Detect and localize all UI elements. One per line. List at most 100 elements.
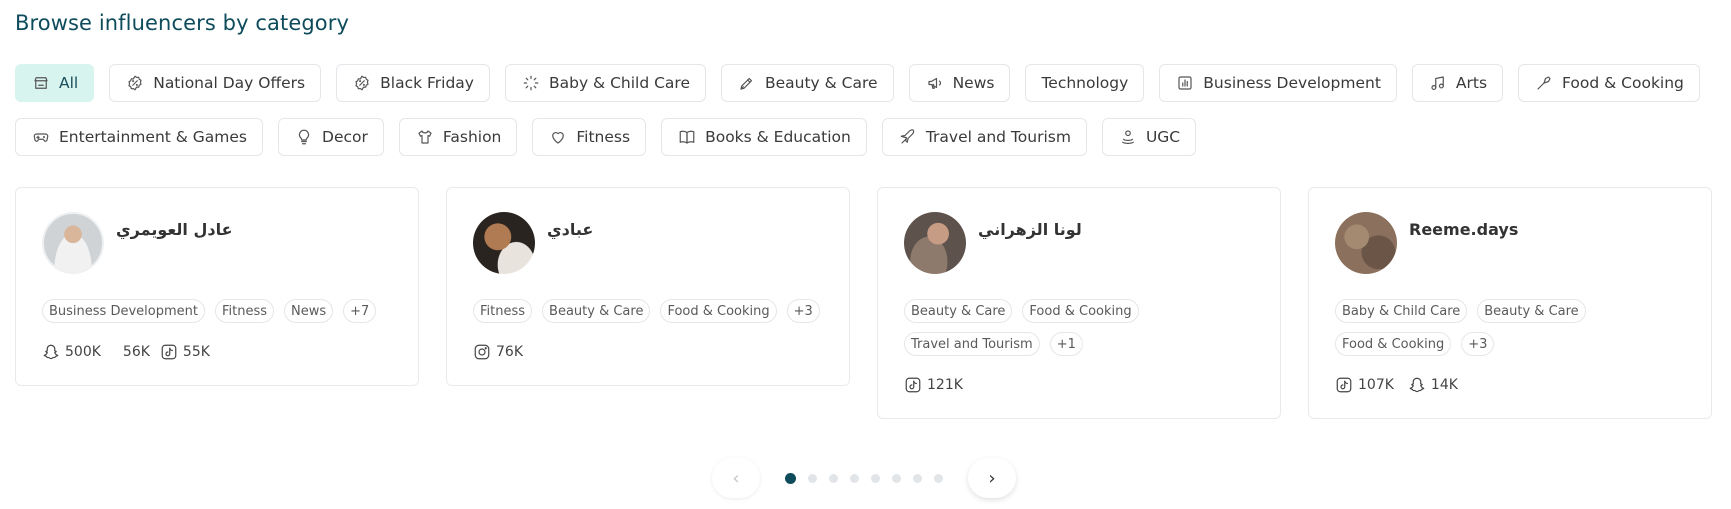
pagination-dot[interactable] [850,473,859,483]
follower-count: 76K [473,343,523,361]
pagination-dot[interactable] [892,473,901,483]
more-tags-badge: +1 [1049,332,1083,356]
next-button[interactable]: › [968,458,1016,498]
category-filter: All National Day Offers Black Friday Baby &… [15,64,1715,172]
category-chip-national-day-offers[interactable]: National Day Offers [109,64,322,102]
category-chip-all[interactable]: All [15,64,95,102]
snapchat-icon [1408,376,1426,394]
gamepad-icon [31,127,51,147]
prev-button[interactable]: ‹ [712,458,760,498]
category-chip-decor[interactable]: Decor [278,118,384,156]
avatar [904,212,966,274]
category-chip-label: Entertainment & Games [59,128,248,146]
influencer-card[interactable]: عبادي Fitness Beauty & Care Food & Cooking +… [446,187,850,386]
influencer-header: Reeme.days [1335,212,1685,274]
category-chip-label: Food & Cooking [1562,74,1684,92]
category-tag: Food & Cooking [1022,299,1139,323]
category-row-1: All National Day Offers Black Friday Baby &… [15,64,1715,102]
category-chip-fitness[interactable]: Fitness [532,118,647,156]
category-chip-label: Books & Education [705,128,851,146]
category-chip-baby-and-child-care[interactable]: Baby & Child Care [504,64,706,102]
category-chip-label: UGC [1145,128,1181,146]
avatar [1335,212,1397,274]
pagination-dot[interactable] [871,473,880,483]
snapchat-icon [42,343,60,361]
pen-icon [737,73,757,93]
category-tags: Beauty & Care Food & Cooking Travel and To… [904,299,1254,356]
category-tags: Business Development Fitness News +7 [42,299,392,323]
shirt-icon [415,127,435,147]
follower-count-value: 500K [65,344,101,360]
tiktok-icon [160,343,178,361]
category-chip-label: Fitness [576,128,631,146]
follower-stats: 76K [473,343,823,361]
tiktok-icon [904,376,922,394]
category-chip-black-friday[interactable]: Black Friday [336,64,490,102]
influencer-header: لونا الزهراني [904,212,1254,274]
influencer-name: Reeme.days [1409,220,1519,239]
category-chip-label: Arts [1455,74,1488,92]
influencer-card[interactable]: Reeme.days Baby & Child Care Beauty & Care… [1308,187,1712,419]
category-tag: Beauty & Care [542,299,651,323]
loader-icon [521,73,541,93]
category-chip-label: Decor [322,128,368,146]
category-tag: Beauty & Care [1477,299,1586,323]
category-chip-label: Baby & Child Care [548,74,690,92]
discount-badge-icon [125,73,145,93]
influencer-header: عبادي [473,212,823,274]
pagination-dot[interactable] [913,473,922,483]
follower-count: 55K [160,343,210,361]
influencer-cards: عادل العويمري Business Development Fitness… [15,187,1712,419]
category-chip-ugc[interactable]: UGC [1101,118,1197,156]
category-chip-label: News [952,74,995,92]
category-chip-label: Beauty & Care [764,74,878,92]
follower-count-value: 14K [1430,377,1458,393]
category-tag: Business Development [42,299,205,323]
follower-count-value: 55K [182,344,210,360]
follower-count: 107K [1335,376,1394,394]
category-chip-news[interactable]: News [908,64,1011,102]
instagram-icon [473,343,491,361]
influencer-card[interactable]: لونا الزهراني Beauty & Care Food & Cooking… [877,187,1281,419]
category-chip-entertainment-and-games[interactable]: Entertainment & Games [15,118,264,156]
influencer-card[interactable]: عادل العويمري Business Development Fitness… [15,187,419,386]
category-chip-label: National Day Offers [153,74,306,92]
section-title: Browse influencers by category [15,11,350,35]
category-tag: Fitness [214,299,275,323]
pagination-dot[interactable] [829,473,838,483]
category-tag: Fitness [473,299,533,323]
book-icon [677,127,697,147]
category-chip-travel-and-tourism[interactable]: Travel and Tourism [881,118,1087,156]
category-tag: Travel and Tourism [904,332,1040,356]
category-chip-label: Black Friday [380,74,474,92]
follower-count: 56K [123,344,150,360]
category-chip-food-and-cooking[interactable]: Food & Cooking [1518,64,1700,102]
category-chip-label: Technology [1041,74,1129,92]
music-note-icon [1428,73,1448,93]
influencer-header: عادل العويمري [42,212,392,274]
category-tag: News [284,299,334,323]
follower-count: 14K [1408,376,1458,394]
category-chip-books-and-education[interactable]: Books & Education [661,118,867,156]
pagination-dot[interactable] [785,472,796,484]
category-chip-technology[interactable]: Technology [1025,64,1145,102]
category-chip-label: Business Development [1203,74,1381,92]
pagination-dot[interactable] [934,473,943,483]
megaphone-icon [925,73,945,93]
avatar [42,212,104,274]
category-chip-arts[interactable]: Arts [1411,64,1504,102]
avatar [473,212,535,274]
category-chip-label: All [59,74,79,92]
category-chip-beauty-and-care[interactable]: Beauty & Care [720,64,894,102]
influencer-name: عبادي [547,220,594,239]
follower-count: 500K [42,343,101,361]
follower-count-value: 76K [496,344,523,360]
category-chip-business-development[interactable]: Business Development [1159,64,1397,102]
influencer-name: لونا الزهراني [978,220,1082,239]
carousel-pagination: ‹ › [712,458,1016,498]
airplane-icon [898,127,918,147]
category-tag: Baby & Child Care [1335,299,1468,323]
pagination-dot[interactable] [808,473,817,483]
follower-stats: 107K 14K [1335,376,1685,394]
category-chip-fashion[interactable]: Fashion [398,118,518,156]
